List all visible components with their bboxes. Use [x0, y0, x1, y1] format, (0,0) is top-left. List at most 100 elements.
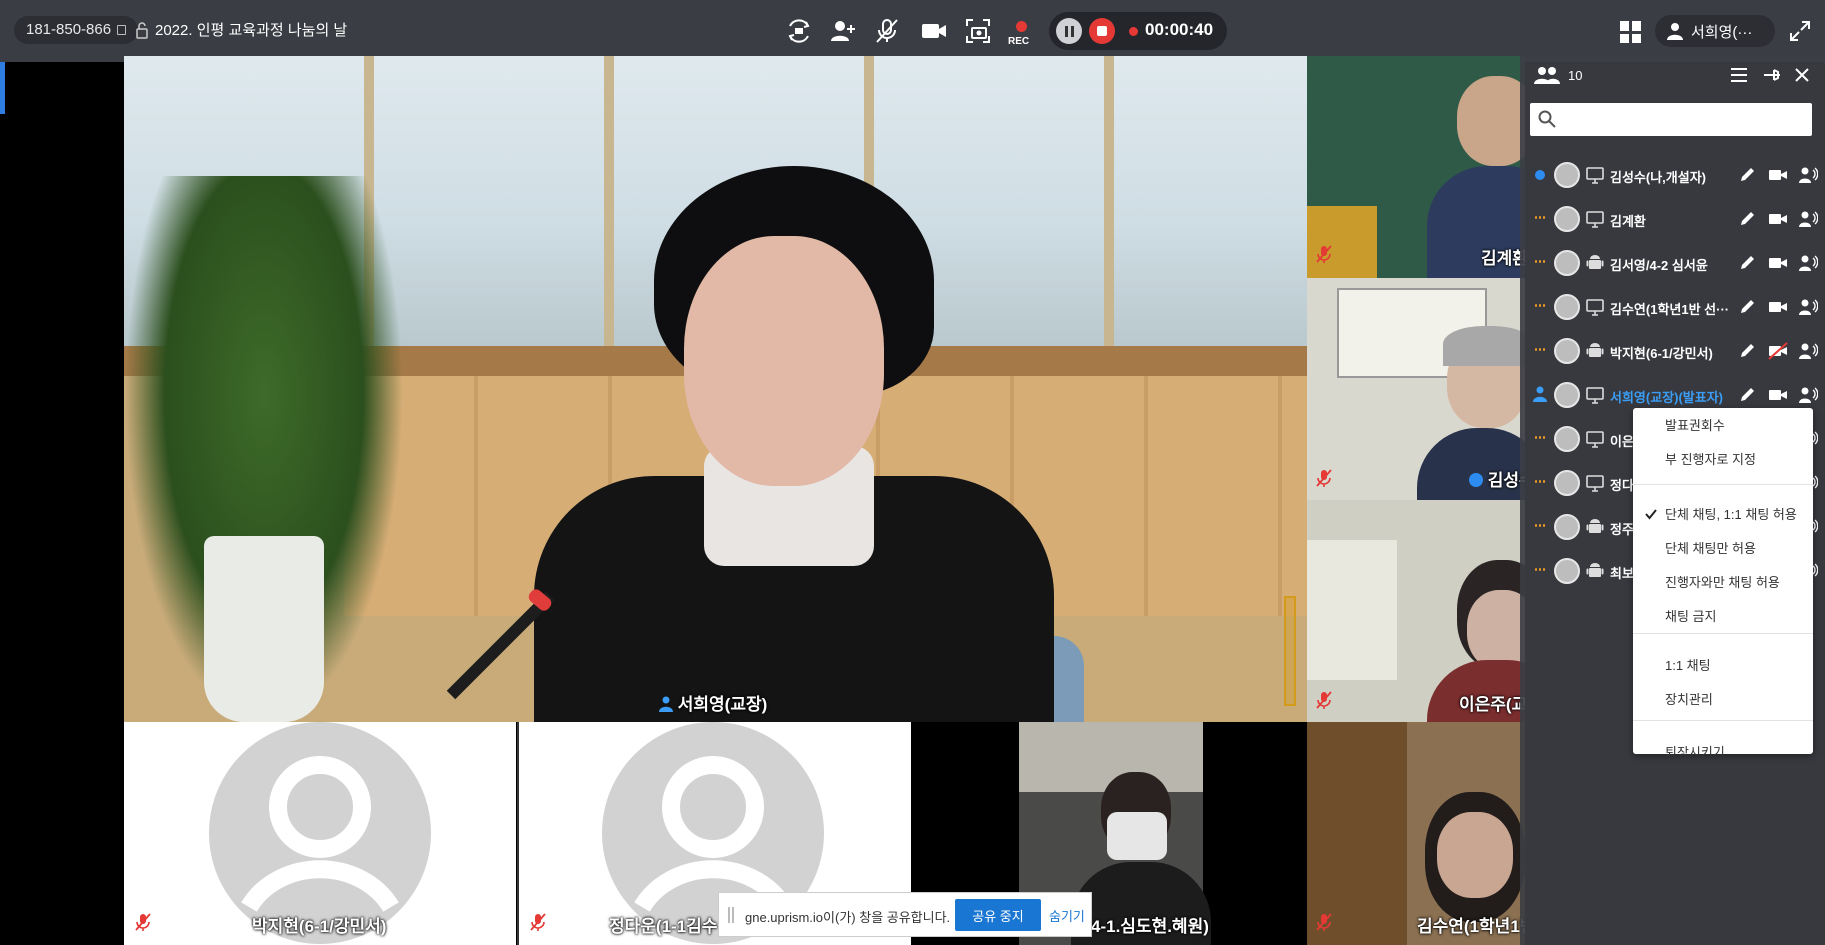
- participant-actions: [1738, 386, 1818, 404]
- participant-row[interactable]: 김성수(나,개설자): [1520, 153, 1825, 197]
- user-menu-button[interactable]: 서희영(···: [1655, 15, 1775, 47]
- menu-item[interactable]: 채팅 금지: [1633, 602, 1813, 632]
- menu-item[interactable]: 퇴장시키기: [1633, 738, 1813, 768]
- participant-name: 김계환: [1610, 214, 1646, 229]
- video-icon[interactable]: [1768, 210, 1788, 228]
- grid-view-icon[interactable]: [1620, 21, 1642, 43]
- meeting-id-badge[interactable]: 181-850-866: [14, 16, 139, 44]
- share-message: gne.uprism.io이(가) 창을 공유합니다.: [745, 910, 951, 925]
- video-tile-kim-gyehwan[interactable]: 김계환: [1307, 56, 1525, 278]
- participant-row[interactable]: 김서영/4-2 심서윤: [1520, 241, 1825, 285]
- meeting-app: 181-850-866 2022. 인평 교육과정 나눔의 날 REC 00:0…: [0, 0, 1825, 945]
- video-tile-kim-suyeon[interactable]: 김수연(1학년1반 선지우): [1307, 722, 1525, 945]
- presenter-icon: [659, 696, 673, 712]
- add-user-icon[interactable]: [826, 14, 860, 48]
- pencil-icon[interactable]: [1738, 254, 1758, 272]
- participant-row[interactable]: 김계환: [1520, 197, 1825, 241]
- copy-icon[interactable]: [117, 25, 127, 35]
- menu-separator: [1633, 633, 1813, 634]
- pencil-icon[interactable]: [1738, 342, 1758, 360]
- menu-item[interactable]: 단체 채팅만 허용: [1633, 534, 1813, 564]
- speaker-voice-icon[interactable]: [1798, 254, 1818, 272]
- menu-item[interactable]: 진행자와만 채팅 허용: [1633, 568, 1813, 598]
- panel-header: 10: [1520, 56, 1825, 94]
- participant-actions: [1738, 342, 1818, 360]
- pencil-icon[interactable]: [1738, 210, 1758, 228]
- more-options-icon[interactable]: [1535, 348, 1545, 358]
- participant-hair: [1443, 326, 1525, 366]
- tile-name: 김계환: [1481, 249, 1525, 268]
- speaker-voice-icon[interactable]: [1798, 210, 1818, 228]
- more-options-icon[interactable]: [1535, 436, 1545, 446]
- speaker-voice-icon[interactable]: [1798, 298, 1818, 316]
- pause-icon[interactable]: [1056, 18, 1082, 44]
- android-icon: [1586, 343, 1604, 357]
- mic-muted-icon: [135, 913, 151, 931]
- stop-icon[interactable]: [1089, 18, 1115, 44]
- switch-camera-icon[interactable]: [782, 14, 816, 48]
- desktop-icon: [1586, 475, 1604, 492]
- search-input[interactable]: [1530, 103, 1812, 136]
- menu-icon[interactable]: [1730, 67, 1748, 83]
- video-icon[interactable]: [1768, 298, 1788, 316]
- record-icon[interactable]: [1016, 21, 1027, 32]
- more-options-icon[interactable]: [1535, 260, 1545, 270]
- speaker-voice-icon[interactable]: [1798, 386, 1818, 404]
- menu-separator: [1633, 720, 1813, 721]
- menu-item[interactable]: 부 진행자로 지정: [1633, 445, 1813, 475]
- menu-item[interactable]: 장치관리: [1633, 685, 1813, 715]
- participant-row[interactable]: 박지현(6-1/강민서): [1520, 329, 1825, 373]
- video-icon[interactable]: [1768, 166, 1788, 184]
- fullscreen-icon[interactable]: [1788, 19, 1812, 43]
- pencil-icon[interactable]: [1738, 166, 1758, 184]
- avatar: [1554, 294, 1580, 320]
- search-icon: [1538, 110, 1556, 128]
- more-options-icon[interactable]: [1535, 568, 1545, 578]
- android-icon: [1586, 563, 1604, 577]
- desktop-icon: [1586, 299, 1604, 316]
- main-video-name: 서희영(교장): [677, 695, 768, 714]
- speaker-voice-icon[interactable]: [1798, 342, 1818, 360]
- video-off-icon[interactable]: [1768, 342, 1788, 360]
- pin-icon[interactable]: [1762, 66, 1782, 84]
- pencil-icon[interactable]: [1738, 298, 1758, 316]
- stop-sharing-button[interactable]: 공유 중지: [955, 899, 1041, 931]
- video-tile-lee-eunju[interactable]: 이은주(교감): [1307, 500, 1525, 722]
- window-frame: [1104, 56, 1114, 356]
- pencil-icon[interactable]: [1738, 386, 1758, 404]
- rec-label: REC: [1008, 36, 1030, 47]
- participant-context-menu: 발표권회수부 진행자로 지정단체 채팅, 1:1 채팅 허용단체 채팅만 허용진…: [1633, 408, 1813, 760]
- face-mask: [1107, 812, 1167, 860]
- mic-muted-icon[interactable]: [870, 14, 904, 48]
- video-icon[interactable]: [917, 14, 951, 48]
- menu-item-label: 채팅 금지: [1665, 609, 1717, 624]
- more-options-icon[interactable]: [1535, 480, 1545, 490]
- video-tile-kim-seongsu[interactable]: 김성수: [1307, 278, 1525, 500]
- participant-row[interactable]: 김수연(1학년1반 선···: [1520, 285, 1825, 329]
- more-options-icon[interactable]: [1535, 304, 1545, 314]
- left-accent-bar: [0, 62, 5, 114]
- close-icon[interactable]: [1794, 67, 1810, 83]
- participants-icon: [1534, 67, 1560, 84]
- more-options-icon[interactable]: [1535, 524, 1545, 534]
- more-options-icon[interactable]: [1535, 216, 1545, 226]
- unlock-icon[interactable]: [136, 21, 148, 39]
- video-tile-park-jihyeon[interactable]: 박지현(6-1/강민서): [124, 722, 516, 945]
- volume-level-bar: [1284, 596, 1296, 706]
- video-icon[interactable]: [1768, 254, 1788, 272]
- menu-item-label: 단체 채팅, 1:1 채팅 허용: [1665, 507, 1797, 522]
- menu-item[interactable]: 단체 채팅, 1:1 채팅 허용: [1633, 500, 1813, 530]
- avatar: [1554, 426, 1580, 452]
- android-icon: [1586, 519, 1604, 533]
- participant-search[interactable]: [1530, 103, 1812, 136]
- speaker-voice-icon[interactable]: [1798, 166, 1818, 184]
- menu-item[interactable]: 1:1 채팅: [1633, 651, 1813, 681]
- screenshot-icon[interactable]: [961, 14, 995, 48]
- main-video-tile[interactable]: 서희영(교장): [124, 56, 1307, 722]
- menu-item[interactable]: 발표권회수: [1633, 411, 1813, 441]
- drag-handle[interactable]: [728, 907, 734, 923]
- hide-share-bar-link[interactable]: 숨기기: [1049, 906, 1085, 925]
- recording-indicator: [1129, 27, 1138, 36]
- video-icon[interactable]: [1768, 386, 1788, 404]
- desktop-icon: [1586, 387, 1604, 404]
